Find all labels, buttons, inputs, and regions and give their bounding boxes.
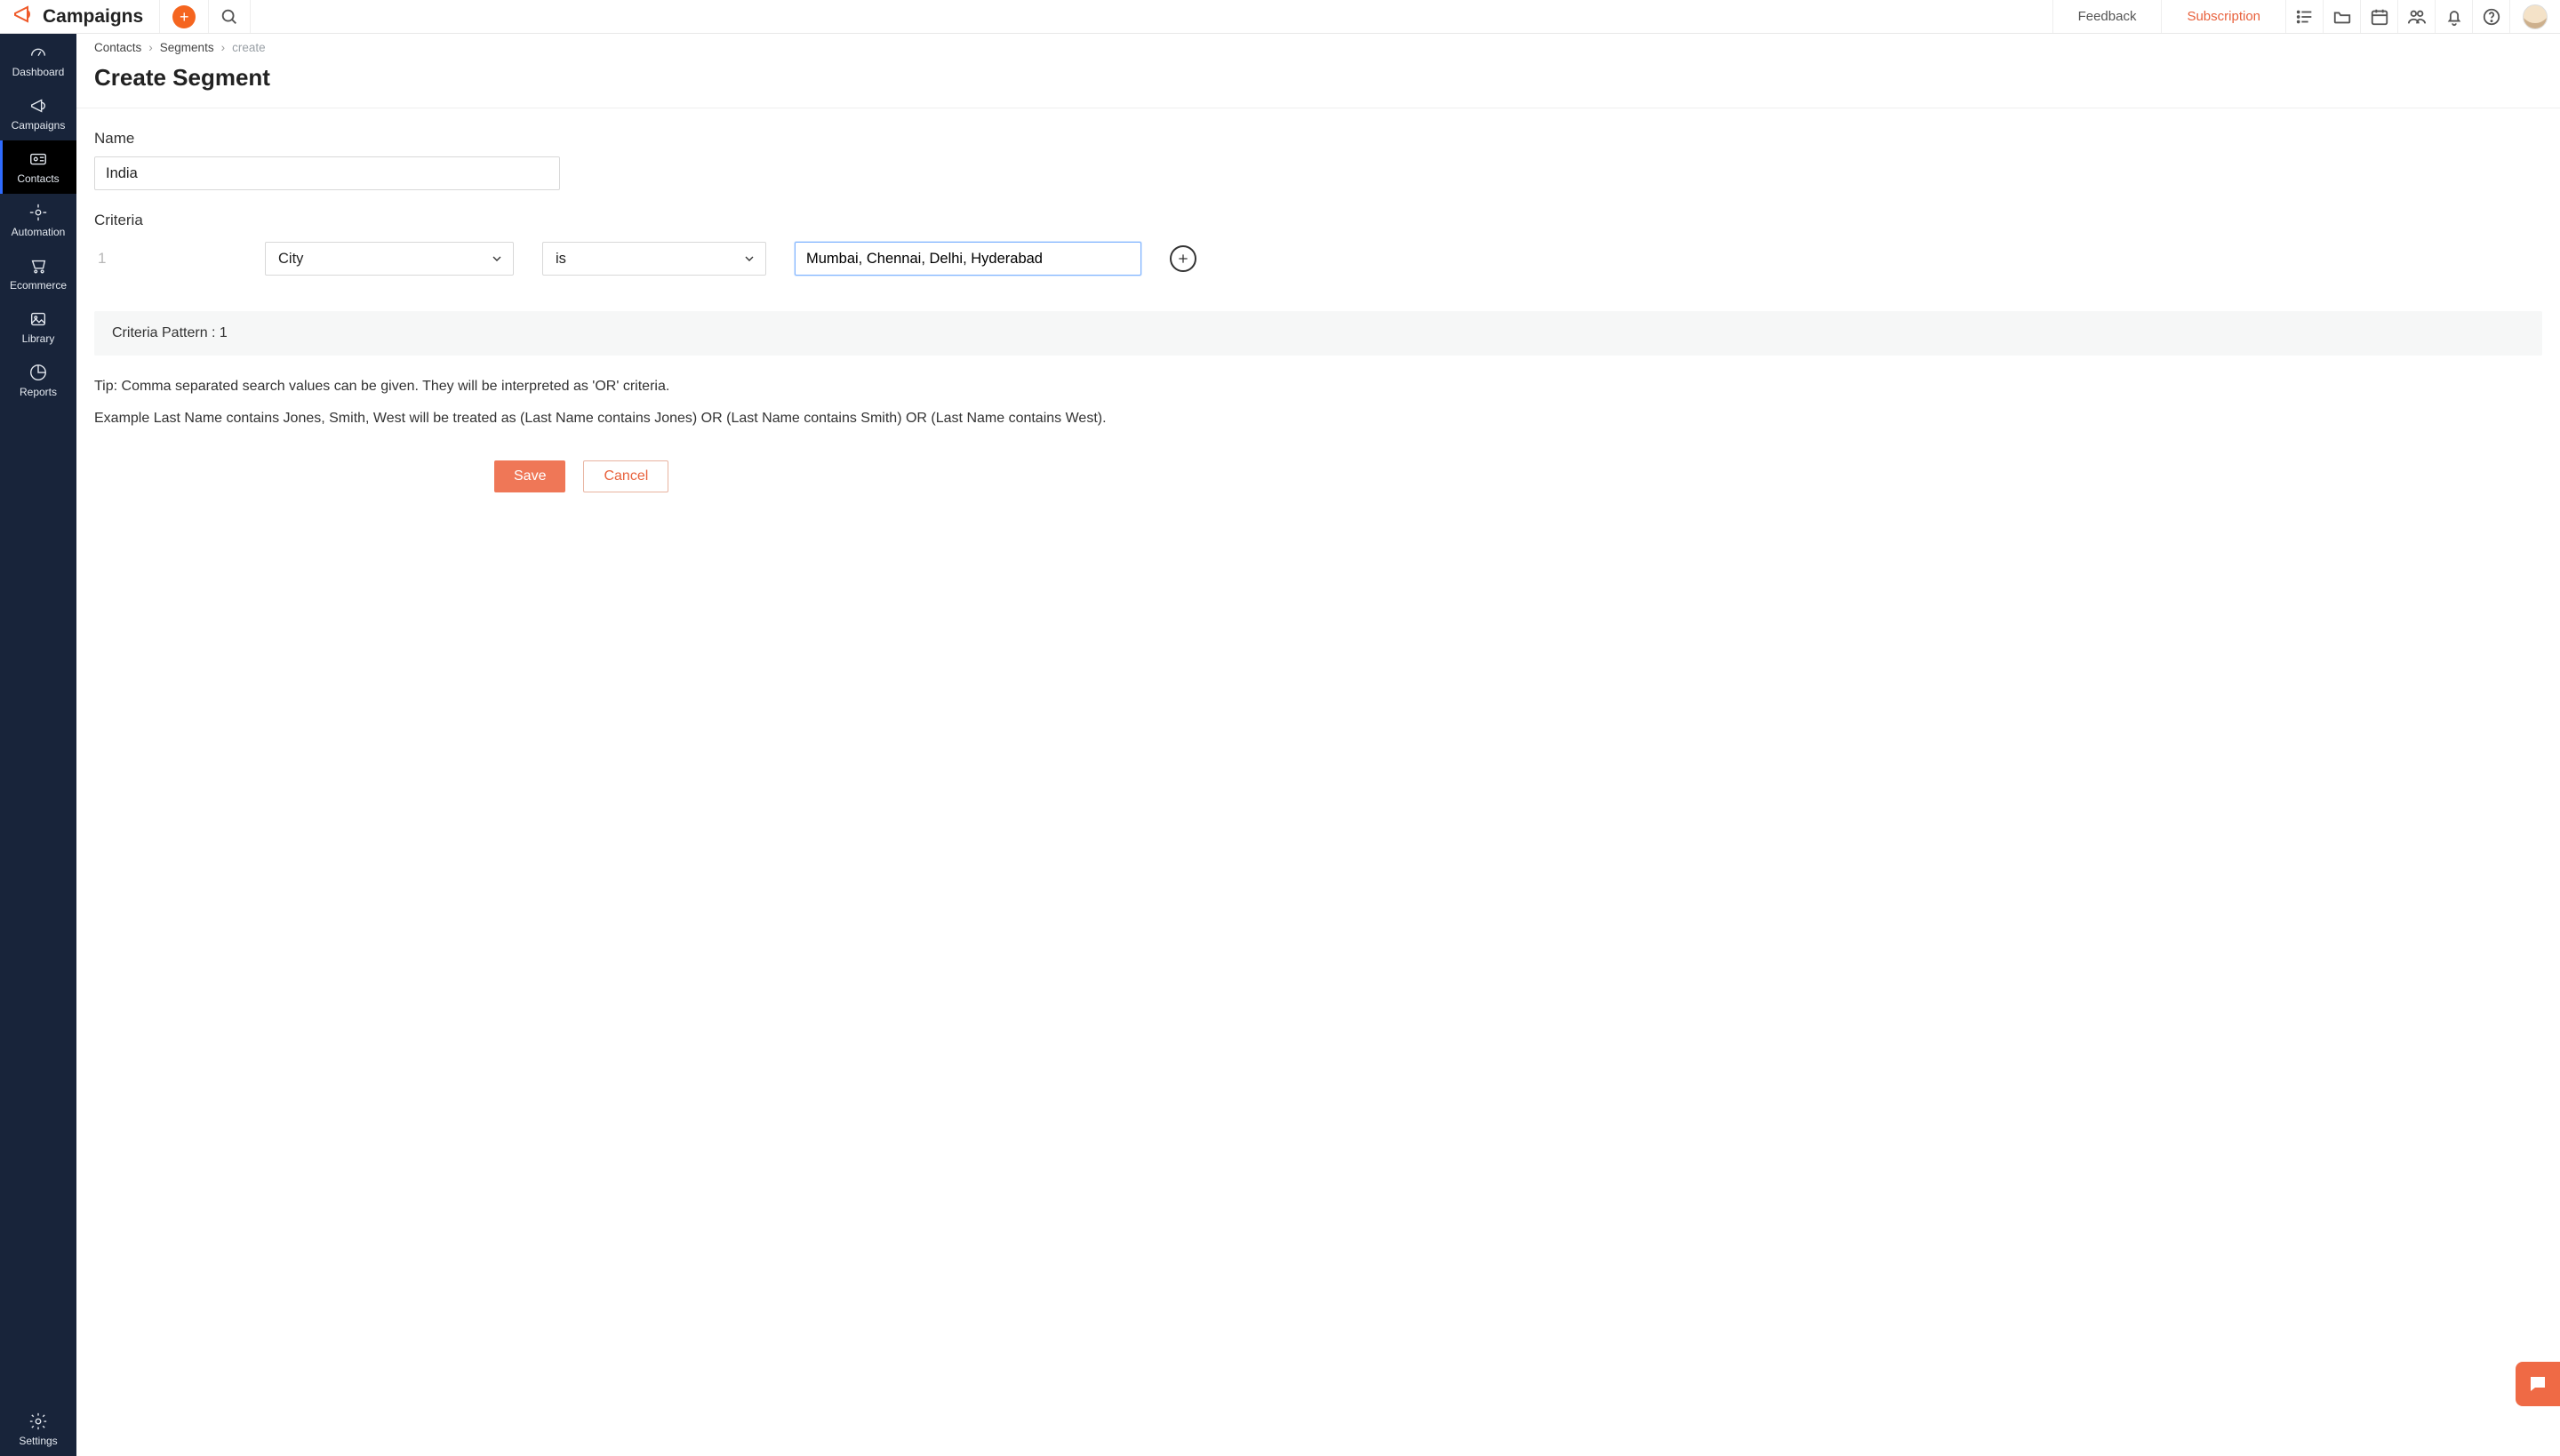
help-icon [2482, 7, 2501, 27]
breadcrumb-contacts[interactable]: Contacts [94, 41, 141, 54]
chevron-down-icon [490, 252, 504, 266]
folder-icon-button[interactable] [2324, 0, 2361, 33]
cart-icon [28, 256, 48, 276]
brand-name: Campaigns [43, 6, 143, 28]
sidebar-item-automation[interactable]: Automation [0, 194, 76, 247]
breadcrumb: Contacts › Segments › create [76, 34, 2560, 60]
id-card-icon [28, 149, 48, 169]
sidebar-item-library[interactable]: Library [0, 300, 76, 354]
calendar-icon [2370, 7, 2389, 27]
sidebar-item-label: Ecommerce [10, 279, 67, 292]
search-icon [220, 7, 239, 27]
chevron-right-icon: › [221, 41, 226, 54]
people-icon [2407, 7, 2427, 27]
bell-icon-button[interactable] [2436, 0, 2473, 33]
sidebar-item-label: Campaigns [12, 119, 66, 132]
sidebar-item-label: Reports [20, 386, 57, 398]
criteria-index: 1 [94, 250, 236, 268]
sidebar-item-campaigns[interactable]: Campaigns [0, 87, 76, 140]
breadcrumb-segments[interactable]: Segments [160, 41, 214, 54]
topbar-spacer [251, 0, 2052, 33]
tip-text: Tip: Comma separated search values can b… [94, 379, 2542, 395]
page-title: Create Segment [76, 60, 2560, 108]
sidebar-item-contacts[interactable]: Contacts [0, 140, 76, 194]
add-button[interactable]: + [160, 0, 209, 33]
sidebar-item-label: Settings [19, 1435, 57, 1447]
subscription-link[interactable]: Subscription [2162, 0, 2286, 33]
plus-icon: + [172, 5, 196, 28]
sidebar-item-label: Contacts [17, 172, 59, 185]
criteria-operator-select[interactable]: is [542, 242, 766, 276]
feedback-link[interactable]: Feedback [2053, 0, 2163, 33]
plus-icon [1177, 252, 1189, 265]
megaphone-icon [12, 4, 34, 30]
list-icon [2295, 7, 2315, 27]
people-icon-button[interactable] [2398, 0, 2436, 33]
sidebar-item-label: Automation [12, 226, 66, 238]
sidebar-item-reports[interactable]: Reports [0, 354, 76, 407]
global-search[interactable] [209, 0, 251, 33]
cancel-button[interactable]: Cancel [583, 460, 668, 492]
chat-fab[interactable] [2516, 1362, 2560, 1406]
sidebar: Dashboard Campaigns Contacts Automation … [0, 34, 76, 1456]
brand[interactable]: Campaigns [0, 0, 160, 33]
gear-icon [28, 1412, 48, 1431]
topbar: Campaigns + Feedback Subscription [0, 0, 2560, 34]
criteria-value-input[interactable] [795, 242, 1141, 276]
piechart-icon [28, 363, 48, 382]
segment-name-input[interactable] [94, 156, 560, 190]
criteria-pattern: Criteria Pattern : 1 [94, 311, 2542, 356]
chevron-right-icon: › [148, 41, 153, 54]
automation-icon [28, 203, 48, 222]
gauge-icon [28, 43, 48, 62]
example-text: Example Last Name contains Jones, Smith,… [94, 411, 2542, 427]
sidebar-item-dashboard[interactable]: Dashboard [0, 34, 76, 87]
profile-avatar[interactable] [2510, 0, 2560, 33]
chevron-down-icon [742, 252, 756, 266]
sidebar-item-label: Dashboard [12, 66, 65, 78]
criteria-operator-value: is [556, 251, 566, 268]
criteria-field-select[interactable]: City [265, 242, 514, 276]
criteria-row: 1 City is [94, 242, 2542, 276]
folder-icon [2332, 7, 2352, 27]
help-icon-button[interactable] [2473, 0, 2510, 33]
image-icon [28, 309, 48, 329]
calendar-icon-button[interactable] [2361, 0, 2398, 33]
megaphone-icon [28, 96, 48, 116]
save-button[interactable]: Save [494, 460, 565, 492]
avatar-icon [2523, 4, 2548, 29]
name-label: Name [94, 130, 2542, 148]
list-icon-button[interactable] [2286, 0, 2324, 33]
criteria-field-value: City [278, 251, 303, 268]
main: Contacts › Segments › create Create Segm… [76, 34, 2560, 1456]
sidebar-item-ecommerce[interactable]: Ecommerce [0, 247, 76, 300]
chat-icon [2527, 1373, 2548, 1395]
criteria-label: Criteria [94, 212, 2542, 229]
add-criteria-button[interactable] [1170, 245, 1196, 272]
sidebar-item-settings[interactable]: Settings [0, 1403, 76, 1456]
sidebar-item-label: Library [22, 332, 55, 345]
bell-icon [2444, 7, 2464, 27]
breadcrumb-current: create [232, 41, 266, 54]
